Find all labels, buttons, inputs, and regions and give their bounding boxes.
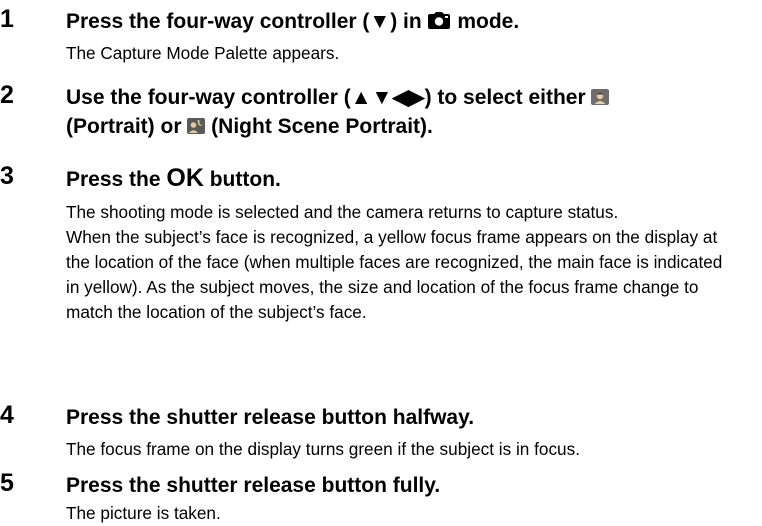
ok-button-label: OK — [166, 164, 204, 192]
step-heading: Press the OK button. — [66, 164, 756, 194]
step-heading-text: button. — [203, 168, 281, 191]
step-body: The picture is taken. — [66, 501, 736, 526]
step-heading-line: (Portrait) or (Night Scene Portrait). — [66, 112, 756, 141]
step-heading-line: Use the four-way controller (▲▼◀▶) to se… — [66, 83, 756, 112]
body-paragraph: When the subject’s face is recognized, a… — [66, 227, 723, 322]
step-number: 1 — [0, 5, 14, 33]
step-heading-text: Press the four-way controller (▼) in — [66, 10, 428, 33]
portrait-mode-icon — [591, 89, 610, 105]
body-paragraph: The focus frame on the display turns gre… — [66, 439, 580, 459]
step-heading: Press the shutter release button halfway… — [66, 406, 475, 429]
night-scene-portrait-icon — [187, 118, 206, 134]
body-paragraph: The picture is taken. — [66, 503, 221, 523]
step-heading-text: mode. — [451, 10, 520, 33]
step-body: The Capture Mode Palette appears. — [66, 41, 736, 66]
step-heading-text: (Night Scene Portrait). — [205, 115, 433, 138]
body-paragraph: The shooting mode is selected and the ca… — [66, 202, 619, 222]
step-body: The shooting mode is selected and the ca… — [66, 200, 736, 325]
step-number: 2 — [0, 81, 14, 109]
step-number: 3 — [0, 162, 14, 190]
step-heading: Use the four-way controller (▲▼◀▶) to se… — [66, 83, 756, 141]
step-number: 5 — [0, 469, 14, 497]
step-heading: Press the shutter release button fully. — [66, 474, 441, 497]
step-number: 4 — [0, 401, 14, 429]
step-heading-text: Use the four-way controller (▲▼◀▶) to se… — [66, 86, 592, 109]
camera-icon — [427, 12, 452, 29]
step-heading-text: Press the — [66, 168, 167, 191]
step-body: The focus frame on the display turns gre… — [66, 437, 736, 462]
body-paragraph: The Capture Mode Palette appears. — [66, 43, 340, 63]
step-heading: Press the four-way controller (▼) in mod… — [66, 7, 756, 36]
step-heading-text: (Portrait) or — [66, 115, 188, 138]
